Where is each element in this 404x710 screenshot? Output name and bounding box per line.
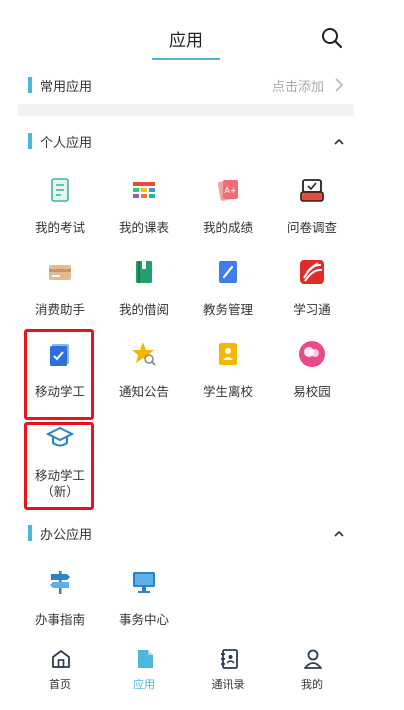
tab-contacts[interactable]: 通讯录 (186, 644, 270, 696)
app-my-grades[interactable]: A+ 我的成绩 (186, 176, 270, 256)
app-label: 通知公告 (118, 384, 169, 399)
monitor-icon (133, 572, 155, 593)
app-notice[interactable]: 通知公告 (102, 340, 186, 420)
top-header: 应用 (0, 0, 404, 64)
book-icon (136, 261, 152, 283)
highlight-box (24, 329, 94, 420)
tab-label: 我的 (301, 678, 323, 691)
yixiaoyuan-logo-icon (299, 341, 325, 367)
apps-document-icon (138, 650, 153, 668)
page-title: 应用 (169, 31, 203, 51)
office-apps-header[interactable]: 办公应用 (0, 518, 354, 548)
app-survey[interactable]: 问卷调查 (270, 176, 354, 256)
highlight-box (24, 422, 94, 510)
app-label: 办事指南 (34, 612, 85, 627)
home-icon (52, 650, 70, 668)
bottom-tab-bar: 首页 应用 通讯录 我的 (18, 644, 354, 696)
app-label: 问卷调查 (286, 220, 337, 235)
app-label: 我的考试 (34, 220, 85, 235)
contacts-book-icon (221, 649, 238, 669)
chevron-right-icon[interactable] (332, 76, 346, 94)
app-label: 我的课表 (118, 220, 169, 235)
personal-apps-title: 个人应用 (40, 136, 93, 151)
office-apps-title: 办公应用 (40, 528, 93, 543)
section-accent-bar (28, 133, 32, 149)
app-spending-assistant[interactable]: 消费助手 (18, 258, 102, 338)
app-label: 学生离校 (202, 384, 253, 399)
app-service-guide[interactable]: 办事指南 (18, 568, 102, 648)
signpost-icon (50, 571, 70, 594)
active-tab-underline (152, 58, 220, 60)
tab-profile[interactable]: 我的 (270, 644, 354, 696)
chevron-up-icon[interactable] (332, 132, 346, 150)
search-icon[interactable] (320, 26, 344, 50)
app-label: 我的成绩 (202, 220, 253, 235)
survey-icon (300, 179, 324, 202)
tab-apps[interactable]: 应用 (102, 644, 186, 696)
app-label: 事务中心 (118, 612, 169, 627)
common-apps-title: 常用应用 (40, 80, 93, 95)
tab-label: 应用 (133, 678, 155, 691)
app-academic-affairs[interactable]: 教务管理 (186, 258, 270, 338)
timetable-icon (133, 182, 155, 198)
section-accent-bar (28, 77, 32, 93)
svg-text:A+: A+ (224, 186, 236, 195)
grades-icon: A+ (217, 180, 238, 201)
app-label: 我的借阅 (118, 302, 169, 317)
app-label: 易校园 (293, 384, 331, 399)
app-my-borrowing[interactable]: 我的借阅 (102, 258, 186, 338)
tab-label: 首页 (49, 678, 71, 691)
app-xuexitong[interactable]: 学习通 (270, 258, 354, 338)
click-add-link[interactable]: 点击添加 (272, 76, 324, 95)
app-my-schedule[interactable]: 我的课表 (102, 176, 186, 256)
star-search-icon (132, 342, 156, 366)
section-divider (18, 104, 354, 116)
chevron-up-icon[interactable] (332, 524, 346, 542)
app-label: 教务管理 (202, 302, 253, 317)
app-affairs-center[interactable]: 事务中心 (102, 568, 186, 648)
user-icon (304, 649, 322, 669)
app-yixiaoyuan[interactable]: 易校园 (270, 340, 354, 420)
id-card-icon (219, 343, 237, 365)
app-student-leave[interactable]: 学生离校 (186, 340, 270, 420)
personal-apps-header[interactable]: 个人应用 (0, 126, 354, 156)
app-label: 消费助手 (34, 302, 85, 317)
app-label: 学习通 (293, 302, 331, 317)
tab-home[interactable]: 首页 (18, 644, 102, 696)
tab-label: 通讯录 (211, 678, 245, 691)
edit-document-icon (219, 261, 237, 283)
exam-icon (51, 178, 69, 202)
wallet-icon (49, 265, 71, 280)
section-accent-bar (28, 525, 32, 541)
app-my-exam[interactable]: 我的考试 (18, 176, 102, 256)
xuexitong-logo-icon (300, 260, 324, 284)
common-apps-header: 常用应用 点击添加 (0, 70, 354, 100)
